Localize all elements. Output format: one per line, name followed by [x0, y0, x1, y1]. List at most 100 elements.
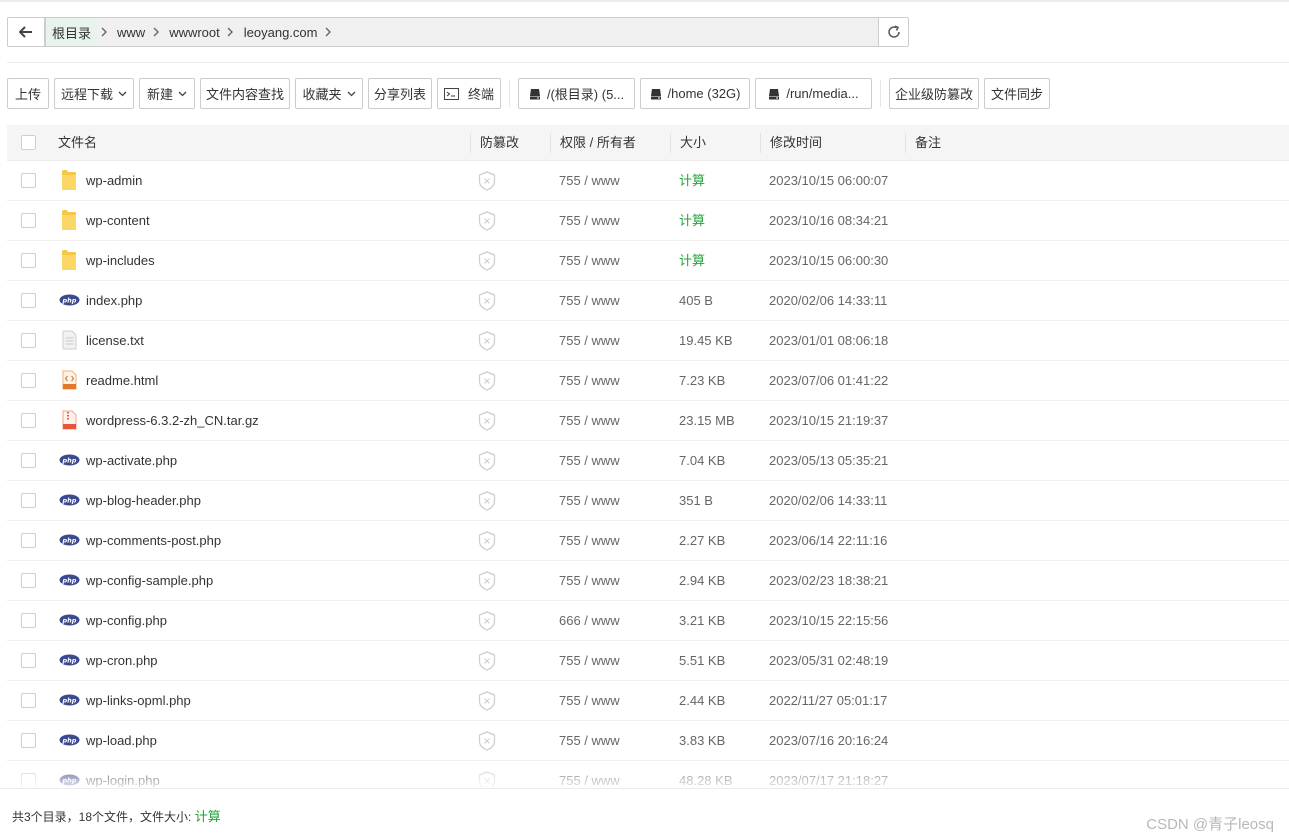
- file-permission[interactable]: 755 / www: [559, 361, 620, 401]
- upload-button[interactable]: 上传: [7, 78, 49, 109]
- file-name[interactable]: wp-blog-header.php: [86, 481, 201, 521]
- table-row[interactable]: php wp-cron.php 755 / www 5.51 KB 2023/05/31…: [7, 641, 1289, 681]
- table-row[interactable]: wp-admin 755 / www 计算 2023/10/15 06:00:07: [7, 161, 1289, 201]
- tamper-shield-icon[interactable]: [478, 651, 496, 674]
- breadcrumb-leoyang[interactable]: leoyang.com: [238, 25, 322, 40]
- file-name[interactable]: readme.html: [86, 361, 158, 401]
- file-name[interactable]: wp-comments-post.php: [86, 521, 221, 561]
- file-permission[interactable]: 755 / www: [559, 561, 620, 601]
- row-checkbox[interactable]: [21, 453, 36, 468]
- file-name[interactable]: wp-load.php: [86, 721, 157, 761]
- tamper-shield-icon[interactable]: [478, 331, 496, 354]
- table-row[interactable]: wordpress-6.3.2-zh_CN.tar.gz 755 / www 23.…: [7, 401, 1289, 441]
- calc-size-link[interactable]: 计算: [679, 241, 705, 281]
- tamper-shield-icon[interactable]: [478, 211, 496, 234]
- row-checkbox[interactable]: [21, 573, 36, 588]
- file-name[interactable]: wp-config-sample.php: [86, 561, 213, 601]
- breadcrumb-root[interactable]: 根目录: [45, 18, 98, 46]
- tamper-shield-icon[interactable]: [478, 531, 496, 554]
- file-name[interactable]: wp-config.php: [86, 601, 167, 641]
- row-checkbox[interactable]: [21, 173, 36, 188]
- table-row[interactable]: php wp-comments-post.php 755 / www 2.27 KB 2…: [7, 521, 1289, 561]
- table-row[interactable]: wp-includes 755 / www 计算 2023/10/15 06:00:3…: [7, 241, 1289, 281]
- column-header-name[interactable]: 文件名: [58, 125, 97, 161]
- row-checkbox[interactable]: [21, 293, 36, 308]
- file-permission[interactable]: 755 / www: [559, 681, 620, 721]
- column-header-size[interactable]: 大小: [680, 125, 706, 161]
- table-row[interactable]: php wp-load.php 755 / www 3.83 KB 2023/07/16…: [7, 721, 1289, 761]
- file-name[interactable]: wp-admin: [86, 161, 142, 201]
- row-checkbox[interactable]: [21, 653, 36, 668]
- remote-download-button[interactable]: 远程下载: [54, 78, 134, 109]
- terminal-button[interactable]: 终端: [437, 78, 501, 109]
- favorites-button[interactable]: 收藏夹: [295, 78, 363, 109]
- share-list-button[interactable]: 分享列表: [368, 78, 432, 109]
- file-name[interactable]: wp-content: [86, 201, 150, 241]
- row-checkbox[interactable]: [21, 333, 36, 348]
- row-checkbox[interactable]: [21, 693, 36, 708]
- file-permission[interactable]: 666 / www: [559, 601, 620, 641]
- table-row[interactable]: php wp-config-sample.php 755 / www 2.94 KB 2…: [7, 561, 1289, 601]
- table-row[interactable]: php wp-blog-header.php 755 / www 351 B 2020/…: [7, 481, 1289, 521]
- tamper-shield-icon[interactable]: [478, 771, 496, 787]
- column-header-mtime[interactable]: 修改时间: [770, 125, 822, 161]
- table-row[interactable]: readme.html 755 / www 7.23 KB 2023/07/06 01…: [7, 361, 1289, 401]
- table-row[interactable]: php wp-activate.php 755 / www 7.04 KB 2023/0…: [7, 441, 1289, 481]
- file-permission[interactable]: 755 / www: [559, 641, 620, 681]
- column-header-perm[interactable]: 权限 / 所有者: [560, 125, 636, 161]
- tamper-shield-icon[interactable]: [478, 731, 496, 754]
- table-row[interactable]: license.txt 755 / www 19.45 KB 2023/01/01 0…: [7, 321, 1289, 361]
- row-checkbox[interactable]: [21, 413, 36, 428]
- file-permission[interactable]: 755 / www: [559, 161, 620, 201]
- calc-size-link[interactable]: 计算: [679, 201, 705, 241]
- file-name[interactable]: wp-includes: [86, 241, 155, 281]
- row-checkbox[interactable]: [21, 253, 36, 268]
- tamper-shield-icon[interactable]: [478, 491, 496, 514]
- file-name[interactable]: wp-links-opml.php: [86, 681, 191, 721]
- tamper-shield-icon[interactable]: [478, 611, 496, 634]
- tamper-shield-icon[interactable]: [478, 371, 496, 394]
- file-name[interactable]: wp-activate.php: [86, 441, 177, 481]
- file-permission[interactable]: 755 / www: [559, 281, 620, 321]
- file-permission[interactable]: 755 / www: [559, 321, 620, 361]
- disk-root-button[interactable]: /(根目录) (5...: [518, 78, 635, 109]
- calc-size-link[interactable]: 计算: [195, 809, 221, 824]
- row-checkbox[interactable]: [21, 373, 36, 388]
- table-row[interactable]: wp-content 755 / www 计算 2023/10/16 08:34:21: [7, 201, 1289, 241]
- file-permission[interactable]: 755 / www: [559, 721, 620, 761]
- refresh-button[interactable]: [878, 18, 908, 46]
- row-checkbox[interactable]: [21, 773, 36, 787]
- file-permission[interactable]: 755 / www: [559, 241, 620, 281]
- row-checkbox[interactable]: [21, 733, 36, 748]
- tamper-shield-icon[interactable]: [478, 691, 496, 714]
- file-name[interactable]: license.txt: [86, 321, 144, 361]
- row-checkbox[interactable]: [21, 213, 36, 228]
- table-row[interactable]: php wp-config.php 666 / www 3.21 KB 2023/10/…: [7, 601, 1289, 641]
- file-permission[interactable]: 755 / www: [559, 401, 620, 441]
- tamper-shield-icon[interactable]: [478, 291, 496, 314]
- row-checkbox[interactable]: [21, 613, 36, 628]
- select-all-checkbox[interactable]: [21, 135, 36, 150]
- table-row[interactable]: php wp-links-opml.php 755 / www 2.44 KB 2022…: [7, 681, 1289, 721]
- table-row[interactable]: php index.php 755 / www 405 B 2020/02/06 14:…: [7, 281, 1289, 321]
- file-name[interactable]: wordpress-6.3.2-zh_CN.tar.gz: [86, 401, 259, 441]
- enterprise-tamper-button[interactable]: 企业级防篡改: [889, 78, 979, 109]
- breadcrumb-www[interactable]: www: [111, 25, 149, 40]
- file-permission[interactable]: 755 / www: [559, 481, 620, 521]
- file-name[interactable]: wp-cron.php: [86, 641, 158, 681]
- breadcrumb-wwwroot[interactable]: wwwroot: [163, 25, 224, 40]
- tamper-shield-icon[interactable]: [478, 571, 496, 594]
- tamper-shield-icon[interactable]: [478, 171, 496, 194]
- row-checkbox[interactable]: [21, 533, 36, 548]
- file-permission[interactable]: 755 / www: [559, 521, 620, 561]
- file-name[interactable]: wp-login.php: [86, 761, 160, 787]
- content-search-button[interactable]: 文件内容查找: [200, 78, 290, 109]
- tamper-shield-icon[interactable]: [478, 251, 496, 274]
- new-button[interactable]: 新建: [139, 78, 195, 109]
- row-checkbox[interactable]: [21, 493, 36, 508]
- calc-size-link[interactable]: 计算: [679, 161, 705, 201]
- table-row[interactable]: php wp-login.php 755 / www 48.28 KB 2023/07/…: [7, 761, 1289, 787]
- file-name[interactable]: index.php: [86, 281, 142, 321]
- disk-home-button[interactable]: /home (32G): [640, 78, 750, 109]
- back-button[interactable]: [8, 18, 45, 46]
